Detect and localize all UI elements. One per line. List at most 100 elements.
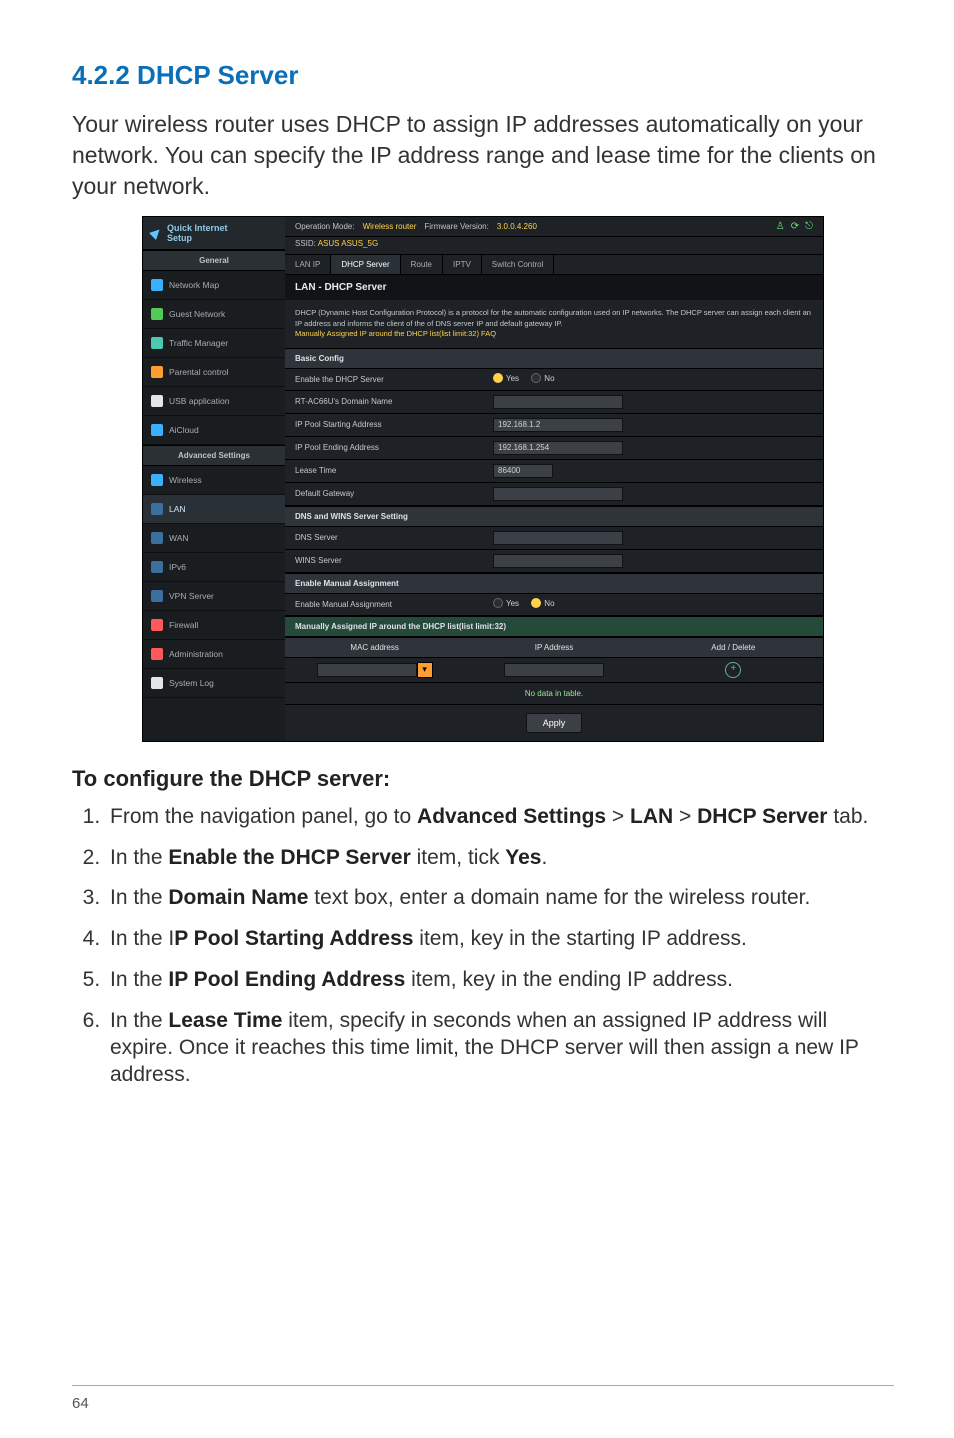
sidebar-item-traffic-manager[interactable]: Traffic Manager <box>143 329 285 358</box>
ip-end-input[interactable] <box>493 441 623 455</box>
tab-route[interactable]: Route <box>401 255 443 274</box>
add-button[interactable]: + <box>725 662 741 678</box>
sidebar-item-guest-network[interactable]: Guest Network <box>143 300 285 329</box>
lock-icon <box>151 366 163 378</box>
ssid-value[interactable]: ASUS ASUS_5G <box>318 239 378 248</box>
vpn-icon <box>151 590 163 602</box>
reboot-icon[interactable]: ⟳ <box>791 221 799 232</box>
step-6: In the Lease Time item, specify in secon… <box>106 1008 894 1089</box>
panel-title: LAN - DHCP Server <box>285 275 823 300</box>
firmware-label: Firmware Version: <box>424 222 488 231</box>
user-icon[interactable]: ♙ <box>776 221 785 232</box>
row-domain-name: RT-AC66U's Domain Name <box>285 391 823 414</box>
row-ip-end: IP Pool Ending Address <box>285 437 823 460</box>
operation-mode-value[interactable]: Wireless router <box>363 222 417 231</box>
band-manual-assignment: Enable Manual Assignment <box>285 573 823 594</box>
table-header: MAC address IP Address Add / Delete <box>285 637 823 658</box>
sidebar-item-lan[interactable]: LAN <box>143 495 285 524</box>
sidebar-item-wireless[interactable]: Wireless <box>143 466 285 495</box>
tab-switch-control[interactable]: Switch Control <box>482 255 555 274</box>
manual-assignment-yes[interactable]: Yes <box>493 598 519 608</box>
sidebar-general-heading: General <box>143 250 285 271</box>
network-icon <box>151 279 163 291</box>
section-heading: 4.2.2 DHCP Server <box>72 60 894 91</box>
wan-icon <box>151 532 163 544</box>
traffic-icon <box>151 337 163 349</box>
sidebar-item-network-map[interactable]: Network Map <box>143 271 285 300</box>
sidebar-item-wan[interactable]: WAN <box>143 524 285 553</box>
usb-icon <box>151 395 163 407</box>
wins-server-label: WINS Server <box>285 550 485 571</box>
radio-unselected-icon <box>493 598 503 608</box>
faq-link[interactable]: Manually Assigned IP around the DHCP lis… <box>295 329 496 338</box>
ssid-label: SSID: <box>295 239 316 248</box>
cloud-icon <box>151 424 163 436</box>
sidebar-item-ipv6[interactable]: IPv6 <box>143 553 285 582</box>
sidebar-item-firewall[interactable]: Firewall <box>143 611 285 640</box>
default-gateway-input[interactable] <box>493 487 623 501</box>
operation-mode-label: Operation Mode: <box>295 222 355 231</box>
ipv6-icon <box>151 561 163 573</box>
th-ip: IP Address <box>464 638 643 657</box>
no-data-message: No data in table. <box>285 683 823 705</box>
quick-internet-setup[interactable]: Quick InternetSetup <box>143 217 285 250</box>
sidebar-item-aicloud[interactable]: AiCloud <box>143 416 285 445</box>
header-icons: ♙ ⟳ ⎋ <box>776 221 813 232</box>
th-mac: MAC address <box>285 638 464 657</box>
tab-dhcp-server[interactable]: DHCP Server <box>331 255 400 274</box>
manual-assignment-label: Enable Manual Assignment <box>285 594 485 615</box>
domain-name-input[interactable] <box>493 395 623 409</box>
sidebar-item-usb-application[interactable]: USB application <box>143 387 285 416</box>
step-1: From the navigation panel, go to Advance… <box>106 804 894 831</box>
ip-start-input[interactable] <box>493 418 623 432</box>
enable-dhcp-no[interactable]: No <box>531 373 554 383</box>
row-lease-time: Lease Time <box>285 460 823 483</box>
band-basic-config: Basic Config <box>285 348 823 369</box>
intro-text: Your wireless router uses DHCP to assign… <box>72 109 894 202</box>
sidebar-item-parental-control[interactable]: Parental control <box>143 358 285 387</box>
ip-end-label: IP Pool Ending Address <box>285 437 485 458</box>
dns-server-label: DNS Server <box>285 527 485 548</box>
sidebar-item-system-log[interactable]: System Log <box>143 669 285 698</box>
row-default-gateway: Default Gateway <box>285 483 823 506</box>
manual-assignment-no[interactable]: No <box>531 598 554 608</box>
apply-button[interactable]: Apply <box>526 713 583 733</box>
step-2: In the Enable the DHCP Server item, tick… <box>106 845 894 872</box>
router-screenshot: Quick InternetSetup General Network Map … <box>142 216 824 742</box>
wins-server-input[interactable] <box>493 554 623 568</box>
mac-input[interactable] <box>317 663 417 677</box>
top-status-line: Operation Mode: Wireless router Firmware… <box>285 217 823 237</box>
apply-container: Apply <box>285 705 823 741</box>
guest-icon <box>151 308 163 320</box>
radio-unselected-icon <box>531 373 541 383</box>
sidebar: Quick InternetSetup General Network Map … <box>143 217 285 741</box>
lease-time-input[interactable] <box>493 464 553 478</box>
firmware-value[interactable]: 3.0.0.4.260 <box>497 222 537 231</box>
sidebar-item-vpn-server[interactable]: VPN Server <box>143 582 285 611</box>
add-row: ▾ + <box>285 658 823 683</box>
band-manual-list: Manually Assigned IP around the DHCP lis… <box>285 616 823 637</box>
main-panel: Operation Mode: Wireless router Firmware… <box>285 217 823 741</box>
row-ip-start: IP Pool Starting Address <box>285 414 823 437</box>
band-dns-wins: DNS and WINS Server Setting <box>285 506 823 527</box>
row-wins-server: WINS Server <box>285 550 823 573</box>
enable-dhcp-yes[interactable]: Yes <box>493 373 519 383</box>
th-action: Add / Delete <box>644 638 823 657</box>
mac-dropdown[interactable]: ▾ <box>417 662 433 678</box>
radio-selected-icon <box>531 598 541 608</box>
steps-list: From the navigation panel, go to Advance… <box>72 804 894 1089</box>
tab-lan-ip[interactable]: LAN IP <box>285 255 331 274</box>
shield-icon <box>151 619 163 631</box>
step-5: In the IP Pool Ending Address item, key … <box>106 967 894 994</box>
sidebar-item-administration[interactable]: Administration <box>143 640 285 669</box>
tab-iptv[interactable]: IPTV <box>443 255 482 274</box>
wand-icon <box>149 226 163 240</box>
tabs: LAN IP DHCP Server Route IPTV Switch Con… <box>285 255 823 275</box>
dns-server-input[interactable] <box>493 531 623 545</box>
admin-icon <box>151 648 163 660</box>
logout-icon[interactable]: ⎋ <box>805 221 813 232</box>
footer-rule <box>72 1385 894 1386</box>
ip-start-label: IP Pool Starting Address <box>285 414 485 435</box>
ip-input[interactable] <box>504 663 604 677</box>
step-4: In the IP Pool Starting Address item, ke… <box>106 926 894 953</box>
